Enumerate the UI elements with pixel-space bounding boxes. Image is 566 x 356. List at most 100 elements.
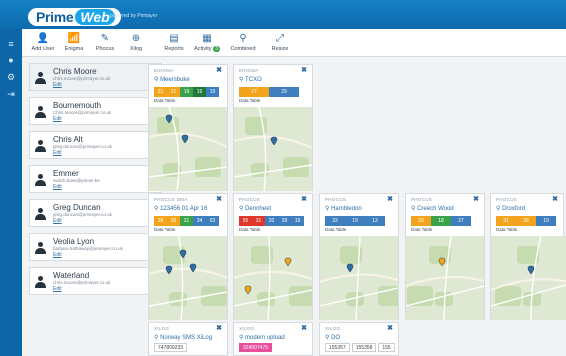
map-container[interactable] <box>149 236 227 320</box>
value-cell[interactable]: 33 <box>325 216 345 226</box>
user-edit-link[interactable]: Edit <box>53 286 62 292</box>
xilog-card[interactable]: XILOG ✖ ⚲ Norway SMS XiLog 747809233 <box>148 322 228 356</box>
toolbar-reports-button[interactable]: ▤ Reports <box>159 32 189 56</box>
value-cell[interactable]: 19 <box>536 216 556 226</box>
value-cell[interactable]: 31 <box>180 216 193 226</box>
cogs-icon[interactable]: ⚙ <box>5 72 17 82</box>
user-card[interactable]: Veolia Lyon barbara.hathaway@primayer.co.… <box>29 233 162 261</box>
value-cell[interactable]: 19 <box>180 87 193 97</box>
value-cell[interactable]: 19 <box>193 87 206 97</box>
logger-id[interactable]: 747809233 <box>154 343 188 352</box>
sensor-card[interactable]: PHOCUS ✖ ⚲ Dennheet 55 31 20 39 19 Data Table <box>233 193 313 320</box>
xilog-card[interactable]: XILOG ✖ ⚲ DO 155357 155358 155 <box>319 322 399 356</box>
user-card[interactable]: Emmer switch.base@primer.be Edit <box>29 165 162 193</box>
sensor-card[interactable]: ENIGMA ✖ ⚲ Meersbuke 21 21 19 19 19 Data Table <box>148 64 228 191</box>
value-cell[interactable]: 26 <box>167 216 180 226</box>
value-cell[interactable]: 34 <box>193 216 206 226</box>
value-cell[interactable]: 13 <box>365 216 385 226</box>
value-cell[interactable]: 31 <box>252 216 265 226</box>
value-cell[interactable]: 27 <box>239 87 269 97</box>
primeweb-logo[interactable]: Prime Web <box>28 8 121 26</box>
map-container[interactable] <box>149 107 227 191</box>
data-table-link[interactable]: Data Table <box>496 227 517 232</box>
value-cell[interactable]: 29 <box>269 87 299 97</box>
user-card[interactable]: Chris Alt greg.duncan@primayer.co.uk Edit <box>29 131 162 159</box>
close-icon[interactable]: ✖ <box>473 195 479 203</box>
map-view[interactable] <box>491 236 566 320</box>
value-cell[interactable]: 21 <box>154 87 167 97</box>
logger-id[interactable]: 155357 <box>325 343 350 352</box>
toolbar-add-user-button[interactable]: 👤 Add User <box>28 32 58 56</box>
logger-id[interactable]: 324007475 <box>239 343 273 352</box>
map-view[interactable] <box>149 236 227 320</box>
user-card[interactable]: Waterland chris.moore@primayer.co.uk Edit <box>29 267 162 295</box>
value-cell[interactable]: 19 <box>345 216 365 226</box>
sensor-location[interactable]: ⚲ Droxford <box>496 205 525 212</box>
user-edit-link[interactable]: Edit <box>53 82 62 88</box>
user-card[interactable]: Chris Moore chris.moore@primayer.co.uk Edi… <box>29 63 162 91</box>
data-table-link[interactable]: Data Table <box>239 98 260 103</box>
close-icon[interactable]: ✖ <box>387 324 393 332</box>
value-cell[interactable]: 20 <box>265 216 278 226</box>
user-edit-link[interactable]: Edit <box>53 218 62 224</box>
map-container[interactable] <box>320 236 398 320</box>
toolbar-activity-button[interactable]: ▦ Activity 3 <box>192 32 222 56</box>
sensor-card[interactable]: PHOCUS DMA ✖ ⚲ 123456 01 Apr 16 26 26 31 34 63 D… <box>148 193 228 320</box>
logout-icon[interactable]: ⇥ <box>5 89 17 99</box>
sensor-location[interactable]: ⚲ Meersbuke <box>154 76 190 83</box>
sensor-location[interactable]: ⚲ Hambledon <box>325 205 362 212</box>
user-edit-link[interactable]: Edit <box>53 116 62 122</box>
value-cell[interactable]: 19 <box>291 216 304 226</box>
sensor-card[interactable]: PHOCUS ✖ ⚲ Hambledon 33 19 13 Data Table <box>319 193 399 320</box>
map-view[interactable] <box>406 236 484 320</box>
sensor-location[interactable]: ⚲ Norway SMS XiLog <box>154 334 212 341</box>
data-table-link[interactable]: Data Table <box>411 227 432 232</box>
close-icon[interactable]: ✖ <box>387 195 393 203</box>
value-cell[interactable]: 23 <box>411 216 431 226</box>
toolbar-resize-button[interactable]: ⤢ Resize <box>265 32 295 56</box>
value-cell[interactable]: 27 <box>451 216 471 226</box>
value-cell[interactable]: 21 <box>167 87 180 97</box>
value-cell[interactable]: 31 <box>496 216 516 226</box>
toolbar-phocus-button[interactable]: ✎ Phocus <box>90 32 120 56</box>
value-cell[interactable]: 63 <box>206 216 219 226</box>
close-icon[interactable]: ✖ <box>301 66 307 74</box>
map-view[interactable] <box>234 107 312 191</box>
close-icon[interactable]: ✖ <box>216 195 222 203</box>
close-icon[interactable]: ✖ <box>216 66 222 74</box>
map-view[interactable] <box>234 236 312 320</box>
map-container[interactable] <box>234 236 312 320</box>
close-icon[interactable]: ✖ <box>301 324 307 332</box>
xilog-card[interactable]: XILOG ✖ ⚲ modem upload 324007475 <box>233 322 313 356</box>
sensor-card[interactable]: PHOCUS ✖ ⚲ Creech Wood 23 18 27 Data Table <box>405 193 485 320</box>
map-container[interactable] <box>234 107 312 191</box>
user-card[interactable]: Greg Duncan greg.duncan@primayer.co.uk Edi… <box>29 199 162 227</box>
map-container[interactable] <box>491 236 566 320</box>
toolbar-xilog-button[interactable]: ⊕ Xilog <box>121 32 151 56</box>
data-table-link[interactable]: Data Table <box>154 98 175 103</box>
value-cell[interactable]: 19 <box>206 87 219 97</box>
user-card[interactable]: Bournemouth Chris.Moore@primayer.co.uk Edi… <box>29 97 162 125</box>
toolbar-enigma-button[interactable]: 📶 Enigma <box>59 32 89 56</box>
sensor-location[interactable]: ⚲ Dennheet <box>239 205 271 212</box>
close-icon[interactable]: ✖ <box>216 324 222 332</box>
value-cell[interactable]: 18 <box>431 216 451 226</box>
close-icon[interactable]: ✖ <box>301 195 307 203</box>
sensor-location[interactable]: ⚲ DO <box>325 334 340 341</box>
value-cell[interactable]: 55 <box>239 216 252 226</box>
sensor-location[interactable]: ⚲ Creech Wood <box>411 205 454 212</box>
value-cell[interactable]: 39 <box>278 216 291 226</box>
sensor-location[interactable]: ⚲ TCXO <box>239 76 262 83</box>
logger-id[interactable]: 155 <box>378 343 395 352</box>
map-view[interactable] <box>320 236 398 320</box>
sensor-card[interactable]: ENIGMA ✖ ⚲ TCXO 27 29 Data Table <box>233 64 313 191</box>
data-table-link[interactable]: Data Table <box>239 227 260 232</box>
globe-icon[interactable]: ● <box>5 55 17 65</box>
value-cell[interactable]: 26 <box>154 216 167 226</box>
close-icon[interactable]: ✖ <box>552 195 558 203</box>
sensor-location[interactable]: ⚲ modem upload <box>239 334 285 341</box>
value-cell[interactable]: 26 <box>516 216 536 226</box>
user-edit-link[interactable]: Edit <box>53 252 62 258</box>
sensor-card[interactable]: PHOCUS ✖ ⚲ Droxford 31 26 19 Data Table <box>490 193 566 320</box>
data-table-link[interactable]: Data Table <box>325 227 346 232</box>
